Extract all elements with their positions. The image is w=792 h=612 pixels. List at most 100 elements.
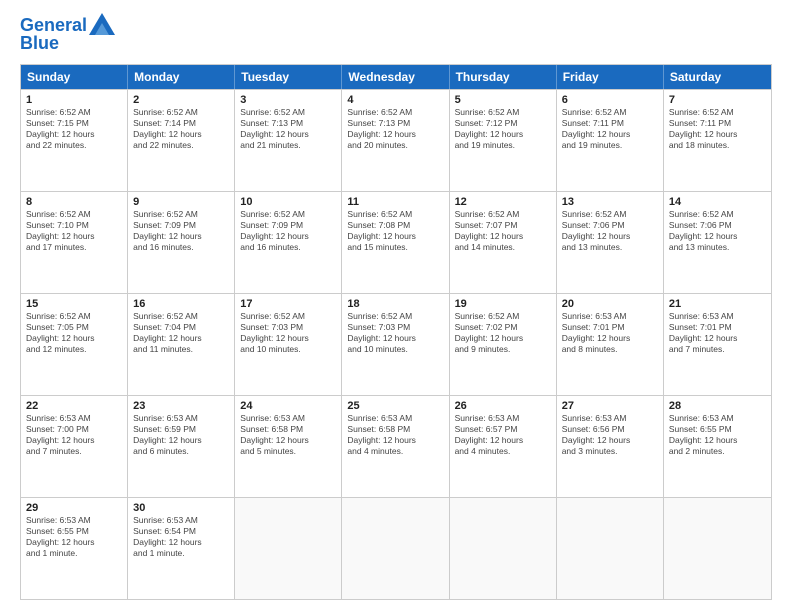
- calendar-cell: 25Sunrise: 6:53 AM Sunset: 6:58 PM Dayli…: [342, 396, 449, 497]
- day-number: 8: [26, 196, 122, 208]
- day-info: Sunrise: 6:52 AM Sunset: 7:14 PM Dayligh…: [133, 107, 229, 151]
- calendar-cell: 18Sunrise: 6:52 AM Sunset: 7:03 PM Dayli…: [342, 294, 449, 395]
- day-number: 16: [133, 298, 229, 310]
- calendar-cell: 11Sunrise: 6:52 AM Sunset: 7:08 PM Dayli…: [342, 192, 449, 293]
- calendar-cell: 27Sunrise: 6:53 AM Sunset: 6:56 PM Dayli…: [557, 396, 664, 497]
- day-number: 13: [562, 196, 658, 208]
- day-number: 2: [133, 94, 229, 106]
- day-number: 20: [562, 298, 658, 310]
- day-info: Sunrise: 6:52 AM Sunset: 7:15 PM Dayligh…: [26, 107, 122, 151]
- calendar-cell: 23Sunrise: 6:53 AM Sunset: 6:59 PM Dayli…: [128, 396, 235, 497]
- day-number: 3: [240, 94, 336, 106]
- day-number: 18: [347, 298, 443, 310]
- calendar-body: 1Sunrise: 6:52 AM Sunset: 7:15 PM Daylig…: [21, 89, 771, 599]
- calendar-cell: 28Sunrise: 6:53 AM Sunset: 6:55 PM Dayli…: [664, 396, 771, 497]
- page: General Blue SundayMondayTuesdayWednesda…: [0, 0, 792, 612]
- day-info: Sunrise: 6:52 AM Sunset: 7:02 PM Dayligh…: [455, 311, 551, 355]
- weekday-header: Tuesday: [235, 65, 342, 89]
- weekday-header: Thursday: [450, 65, 557, 89]
- day-info: Sunrise: 6:53 AM Sunset: 6:57 PM Dayligh…: [455, 413, 551, 457]
- day-number: 21: [669, 298, 766, 310]
- calendar-cell: 9Sunrise: 6:52 AM Sunset: 7:09 PM Daylig…: [128, 192, 235, 293]
- calendar-row: 1Sunrise: 6:52 AM Sunset: 7:15 PM Daylig…: [21, 89, 771, 191]
- day-info: Sunrise: 6:52 AM Sunset: 7:06 PM Dayligh…: [562, 209, 658, 253]
- logo-text2: Blue: [20, 34, 59, 54]
- day-info: Sunrise: 6:52 AM Sunset: 7:06 PM Dayligh…: [669, 209, 766, 253]
- calendar-cell: 16Sunrise: 6:52 AM Sunset: 7:04 PM Dayli…: [128, 294, 235, 395]
- day-info: Sunrise: 6:53 AM Sunset: 7:01 PM Dayligh…: [562, 311, 658, 355]
- day-number: 6: [562, 94, 658, 106]
- calendar-cell: 29Sunrise: 6:53 AM Sunset: 6:55 PM Dayli…: [21, 498, 128, 599]
- day-number: 19: [455, 298, 551, 310]
- day-info: Sunrise: 6:53 AM Sunset: 6:56 PM Dayligh…: [562, 413, 658, 457]
- day-number: 11: [347, 196, 443, 208]
- day-info: Sunrise: 6:53 AM Sunset: 6:58 PM Dayligh…: [347, 413, 443, 457]
- day-number: 29: [26, 502, 122, 514]
- day-number: 7: [669, 94, 766, 106]
- day-number: 9: [133, 196, 229, 208]
- calendar-row: 22Sunrise: 6:53 AM Sunset: 7:00 PM Dayli…: [21, 395, 771, 497]
- calendar-cell: 17Sunrise: 6:52 AM Sunset: 7:03 PM Dayli…: [235, 294, 342, 395]
- day-info: Sunrise: 6:53 AM Sunset: 7:01 PM Dayligh…: [669, 311, 766, 355]
- day-info: Sunrise: 6:52 AM Sunset: 7:12 PM Dayligh…: [455, 107, 551, 151]
- calendar-row: 15Sunrise: 6:52 AM Sunset: 7:05 PM Dayli…: [21, 293, 771, 395]
- calendar-cell: 5Sunrise: 6:52 AM Sunset: 7:12 PM Daylig…: [450, 90, 557, 191]
- day-number: 24: [240, 400, 336, 412]
- day-number: 22: [26, 400, 122, 412]
- day-info: Sunrise: 6:52 AM Sunset: 7:03 PM Dayligh…: [347, 311, 443, 355]
- calendar-cell: 19Sunrise: 6:52 AM Sunset: 7:02 PM Dayli…: [450, 294, 557, 395]
- day-number: 12: [455, 196, 551, 208]
- day-number: 5: [455, 94, 551, 106]
- day-number: 25: [347, 400, 443, 412]
- calendar-row: 29Sunrise: 6:53 AM Sunset: 6:55 PM Dayli…: [21, 497, 771, 599]
- weekday-header: Friday: [557, 65, 664, 89]
- calendar-cell: 15Sunrise: 6:52 AM Sunset: 7:05 PM Dayli…: [21, 294, 128, 395]
- day-info: Sunrise: 6:52 AM Sunset: 7:13 PM Dayligh…: [240, 107, 336, 151]
- day-number: 4: [347, 94, 443, 106]
- day-number: 26: [455, 400, 551, 412]
- day-info: Sunrise: 6:52 AM Sunset: 7:10 PM Dayligh…: [26, 209, 122, 253]
- day-info: Sunrise: 6:52 AM Sunset: 7:07 PM Dayligh…: [455, 209, 551, 253]
- calendar-header: SundayMondayTuesdayWednesdayThursdayFrid…: [21, 65, 771, 89]
- day-info: Sunrise: 6:52 AM Sunset: 7:11 PM Dayligh…: [669, 107, 766, 151]
- day-info: Sunrise: 6:52 AM Sunset: 7:09 PM Dayligh…: [240, 209, 336, 253]
- day-number: 15: [26, 298, 122, 310]
- day-number: 1: [26, 94, 122, 106]
- day-info: Sunrise: 6:53 AM Sunset: 6:59 PM Dayligh…: [133, 413, 229, 457]
- day-info: Sunrise: 6:53 AM Sunset: 6:55 PM Dayligh…: [669, 413, 766, 457]
- calendar-cell: 8Sunrise: 6:52 AM Sunset: 7:10 PM Daylig…: [21, 192, 128, 293]
- day-info: Sunrise: 6:52 AM Sunset: 7:03 PM Dayligh…: [240, 311, 336, 355]
- calendar-cell: [664, 498, 771, 599]
- calendar-cell: 3Sunrise: 6:52 AM Sunset: 7:13 PM Daylig…: [235, 90, 342, 191]
- logo: General Blue: [20, 16, 115, 54]
- weekday-header: Saturday: [664, 65, 771, 89]
- calendar-cell: [450, 498, 557, 599]
- day-number: 27: [562, 400, 658, 412]
- calendar-cell: 30Sunrise: 6:53 AM Sunset: 6:54 PM Dayli…: [128, 498, 235, 599]
- calendar-cell: [557, 498, 664, 599]
- header: General Blue: [20, 16, 772, 54]
- calendar-row: 8Sunrise: 6:52 AM Sunset: 7:10 PM Daylig…: [21, 191, 771, 293]
- calendar-cell: [235, 498, 342, 599]
- day-info: Sunrise: 6:52 AM Sunset: 7:08 PM Dayligh…: [347, 209, 443, 253]
- day-info: Sunrise: 6:53 AM Sunset: 6:55 PM Dayligh…: [26, 515, 122, 559]
- day-number: 23: [133, 400, 229, 412]
- weekday-header: Sunday: [21, 65, 128, 89]
- weekday-header: Monday: [128, 65, 235, 89]
- day-info: Sunrise: 6:52 AM Sunset: 7:09 PM Dayligh…: [133, 209, 229, 253]
- day-number: 17: [240, 298, 336, 310]
- calendar-cell: 22Sunrise: 6:53 AM Sunset: 7:00 PM Dayli…: [21, 396, 128, 497]
- day-number: 10: [240, 196, 336, 208]
- calendar-cell: 7Sunrise: 6:52 AM Sunset: 7:11 PM Daylig…: [664, 90, 771, 191]
- calendar-cell: 14Sunrise: 6:52 AM Sunset: 7:06 PM Dayli…: [664, 192, 771, 293]
- calendar-cell: 12Sunrise: 6:52 AM Sunset: 7:07 PM Dayli…: [450, 192, 557, 293]
- day-info: Sunrise: 6:53 AM Sunset: 7:00 PM Dayligh…: [26, 413, 122, 457]
- day-info: Sunrise: 6:53 AM Sunset: 6:54 PM Dayligh…: [133, 515, 229, 559]
- day-info: Sunrise: 6:52 AM Sunset: 7:11 PM Dayligh…: [562, 107, 658, 151]
- calendar-cell: 26Sunrise: 6:53 AM Sunset: 6:57 PM Dayli…: [450, 396, 557, 497]
- day-info: Sunrise: 6:53 AM Sunset: 6:58 PM Dayligh…: [240, 413, 336, 457]
- day-number: 30: [133, 502, 229, 514]
- day-number: 14: [669, 196, 766, 208]
- calendar-cell: [342, 498, 449, 599]
- calendar-cell: 10Sunrise: 6:52 AM Sunset: 7:09 PM Dayli…: [235, 192, 342, 293]
